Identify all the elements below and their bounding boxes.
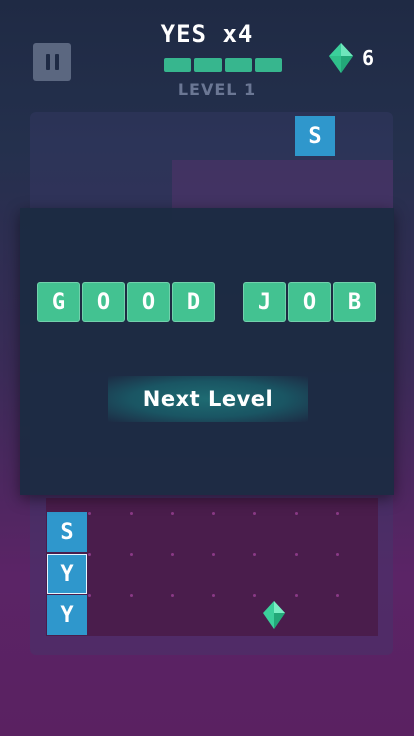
pause-icon (45, 54, 50, 70)
board-grid (46, 498, 378, 636)
word-letter-tile: O (82, 282, 125, 322)
grid-dot (295, 512, 298, 515)
word-letter-tile: G (37, 282, 80, 322)
grid-dot (171, 553, 174, 556)
grid-dot (253, 512, 256, 515)
grid-dot (212, 594, 215, 597)
grid-dot (171, 594, 174, 597)
level-complete-overlay (20, 208, 394, 495)
progress-bar (164, 58, 282, 72)
gem-counter: 6 (328, 42, 374, 74)
stack-letter-tile[interactable]: S (47, 512, 87, 552)
grid-dot (212, 512, 215, 515)
grid-dot (171, 512, 174, 515)
falling-letter-tile[interactable]: S (295, 116, 335, 156)
grid-dot (295, 553, 298, 556)
gem-count: 6 (362, 46, 375, 70)
word-letter-tile: D (172, 282, 215, 322)
word-letter-tile: O (127, 282, 170, 322)
progress-segment (254, 58, 282, 72)
progress-segment (194, 58, 222, 72)
next-level-button[interactable]: Next Level (108, 376, 308, 422)
gem-icon (329, 43, 353, 73)
grid-dot (130, 594, 133, 597)
word-good: G O O D (37, 282, 215, 322)
stack-letter-tile[interactable]: Y (47, 595, 87, 635)
grid-dot (88, 512, 91, 515)
level-label: LEVEL 1 (177, 80, 257, 99)
grid-dot (253, 594, 256, 597)
grid-dot (88, 594, 91, 597)
grid-dot (336, 553, 339, 556)
progress-segment (164, 58, 192, 72)
grid-dot (336, 512, 339, 515)
grid-dot (88, 553, 91, 556)
grid-dot (253, 553, 256, 556)
stack-letter-tile[interactable]: Y (47, 554, 87, 594)
grid-dot (130, 512, 133, 515)
gem-icon[interactable] (262, 600, 286, 630)
grid-dot (212, 553, 215, 556)
progress-segment (224, 58, 252, 72)
word-letter-tile: J (243, 282, 286, 322)
word-letter-tile: O (288, 282, 331, 322)
word-letter-tile: B (333, 282, 376, 322)
grid-dot (295, 594, 298, 597)
grid-dot (336, 594, 339, 597)
word-job: J O B (243, 282, 376, 322)
grid-dot (130, 553, 133, 556)
pause-button[interactable] (33, 43, 71, 81)
